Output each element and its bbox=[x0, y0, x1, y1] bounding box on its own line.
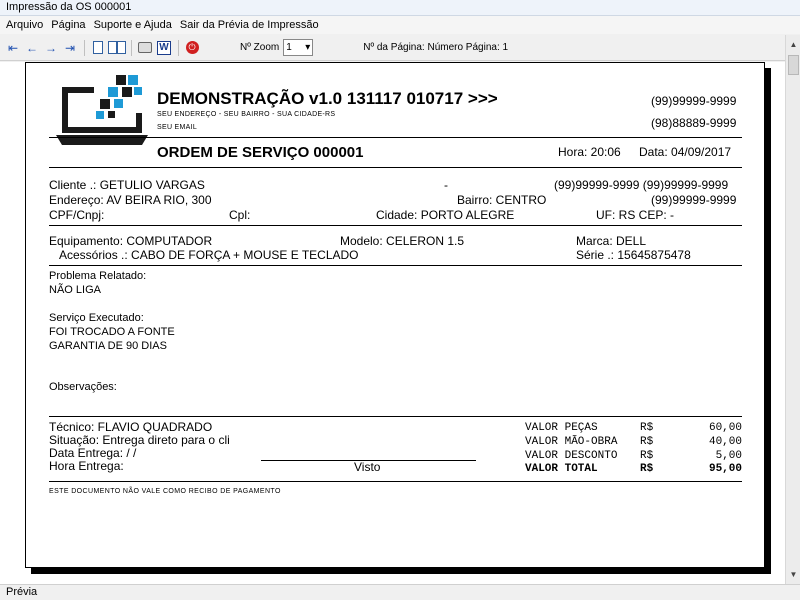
delivery-time: Hora Entrega: bbox=[49, 459, 124, 473]
os-hora: Hora: 20:06 bbox=[558, 145, 621, 159]
company-phone-1: (99)99999-9999 bbox=[651, 94, 737, 108]
client-uf-cep: UF: RS CEP: - bbox=[596, 208, 675, 222]
toolbar: ⇤ ← → ⇥ W ⏻ Nº Zoom 1 ▾ Nº da Página: Nú… bbox=[0, 35, 785, 61]
os-data: Data: 04/09/2017 bbox=[639, 145, 732, 159]
value-currency: R$ bbox=[640, 436, 654, 448]
toolbar-separator bbox=[84, 39, 85, 56]
visto-label: Visto bbox=[354, 460, 381, 474]
client-address: Endereço: AV BEIRA RIO, 300 bbox=[49, 193, 212, 207]
delivery-date: Data Entrega: / / bbox=[49, 446, 137, 460]
service-line: GARANTIA DE 90 DIAS bbox=[49, 340, 167, 352]
client-cpl: Cpl: bbox=[229, 208, 251, 222]
equipment-brand: Marca: DELL bbox=[576, 234, 647, 248]
last-page-icon[interactable]: ⇥ bbox=[61, 39, 79, 57]
value-currency: R$ bbox=[640, 422, 654, 434]
word-export-icon[interactable]: W bbox=[155, 39, 173, 57]
value-total-currency: R$ bbox=[640, 463, 654, 475]
client-cpf: CPF/Cnpj: bbox=[49, 208, 105, 222]
technician: Técnico: FLAVIO QUADRADO bbox=[49, 420, 213, 434]
close-preview-icon[interactable]: ⏻ bbox=[183, 39, 201, 57]
disclaimer: ESTE DOCUMENTO NÃO VALE COMO RECIBO DE P… bbox=[49, 488, 281, 495]
page-number-label: Nº da Página: Número Página: 1 bbox=[363, 42, 509, 53]
report-page: DEMONSTRAÇÃO v1.0 131117 010717 >>> SEU … bbox=[25, 62, 765, 568]
service-line: FOI TROCADO A FONTE bbox=[49, 326, 175, 338]
chevron-down-icon: ▾ bbox=[305, 42, 311, 53]
value-label: VALOR MÃO-OBRA bbox=[525, 436, 618, 448]
scroll-thumb[interactable] bbox=[788, 55, 799, 75]
value-total-label: VALOR TOTAL bbox=[525, 463, 598, 475]
toolbar-separator bbox=[178, 39, 179, 56]
vertical-scrollbar[interactable]: ▲ ▼ bbox=[785, 35, 800, 584]
next-page-icon[interactable]: → bbox=[42, 39, 60, 57]
client-phone-3: (99)99999-9999 bbox=[651, 193, 737, 207]
preview-area: DEMONSTRAÇÃO v1.0 131117 010717 >>> SEU … bbox=[0, 62, 785, 584]
scroll-up-icon[interactable]: ▲ bbox=[788, 37, 799, 51]
client-name: Cliente .: GETULIO VARGAS bbox=[49, 178, 205, 192]
printer-icon[interactable] bbox=[136, 39, 154, 57]
zoom-value: 1 bbox=[286, 42, 292, 53]
toolbar-separator bbox=[131, 39, 132, 56]
value-label: VALOR PEÇAS bbox=[525, 422, 598, 434]
company-address: SEU ENDEREÇO - SEU BAIRRO - SUA CIDADE-R… bbox=[157, 111, 336, 118]
value-currency: R$ bbox=[640, 450, 654, 462]
equipment-model: Modelo: CELERON 1.5 bbox=[340, 234, 465, 248]
service-label: Serviço Executado: bbox=[49, 312, 144, 324]
problem-text: NÃO LIGA bbox=[49, 284, 101, 296]
menu-arquivo[interactable]: Arquivo bbox=[2, 19, 47, 31]
menu-suporte[interactable]: Suporte e Ajuda bbox=[90, 19, 176, 31]
two-pages-icon[interactable] bbox=[108, 39, 126, 57]
value-amount: 40,00 bbox=[708, 436, 742, 448]
situation: Situação: Entrega direto para o cli bbox=[49, 433, 230, 447]
value-amount: 60,00 bbox=[708, 422, 742, 434]
divider bbox=[49, 416, 742, 417]
company-email: SEU EMAIL bbox=[157, 124, 198, 131]
value-label: VALOR DESCONTO bbox=[525, 450, 618, 462]
zoom-label: Nº Zoom bbox=[240, 42, 280, 53]
menu-bar: Arquivo Página Suporte e Ajuda Sair da P… bbox=[0, 16, 800, 34]
equipment-accessories: Acessórios .: CABO DE FORÇA + MOUSE E TE… bbox=[59, 248, 359, 262]
os-title: ORDEM DE SERVIÇO 000001 bbox=[157, 144, 364, 161]
divider bbox=[49, 265, 742, 266]
company-phone-2: (98)88889-9999 bbox=[651, 116, 737, 130]
menu-sair-previa[interactable]: Sair da Prévia de Impressão bbox=[176, 19, 323, 31]
client-phones: (99)99999-9999 (99)99999-9999 bbox=[554, 178, 729, 192]
observations-label: Observações: bbox=[49, 381, 117, 393]
problem-label: Problema Relatado: bbox=[49, 270, 147, 282]
divider bbox=[49, 225, 742, 226]
client-dash: - bbox=[444, 178, 448, 192]
value-amount: 5,00 bbox=[715, 450, 742, 462]
scroll-down-icon[interactable]: ▼ bbox=[788, 567, 799, 581]
value-total-amount: 95,00 bbox=[708, 463, 742, 475]
menu-pagina[interactable]: Página bbox=[47, 19, 89, 31]
prev-page-icon[interactable]: ← bbox=[23, 39, 41, 57]
equipment: Equipamento: COMPUTADOR bbox=[49, 234, 213, 248]
single-page-icon[interactable] bbox=[89, 39, 107, 57]
company-name: DEMONSTRAÇÃO v1.0 131117 010717 >>> bbox=[157, 89, 498, 108]
equipment-serial: Série .: 15645875478 bbox=[576, 248, 691, 262]
zoom-select[interactable]: 1 ▾ bbox=[283, 39, 314, 56]
divider bbox=[49, 167, 742, 168]
client-bairro: Bairro: CENTRO bbox=[457, 193, 547, 207]
divider bbox=[49, 481, 742, 482]
window-title: Impressão da OS 000001 bbox=[0, 0, 800, 16]
divider bbox=[49, 137, 742, 138]
first-page-icon[interactable]: ⇤ bbox=[4, 39, 22, 57]
client-city: Cidade: PORTO ALEGRE bbox=[376, 208, 515, 222]
status-bar: Prévia bbox=[0, 584, 800, 600]
